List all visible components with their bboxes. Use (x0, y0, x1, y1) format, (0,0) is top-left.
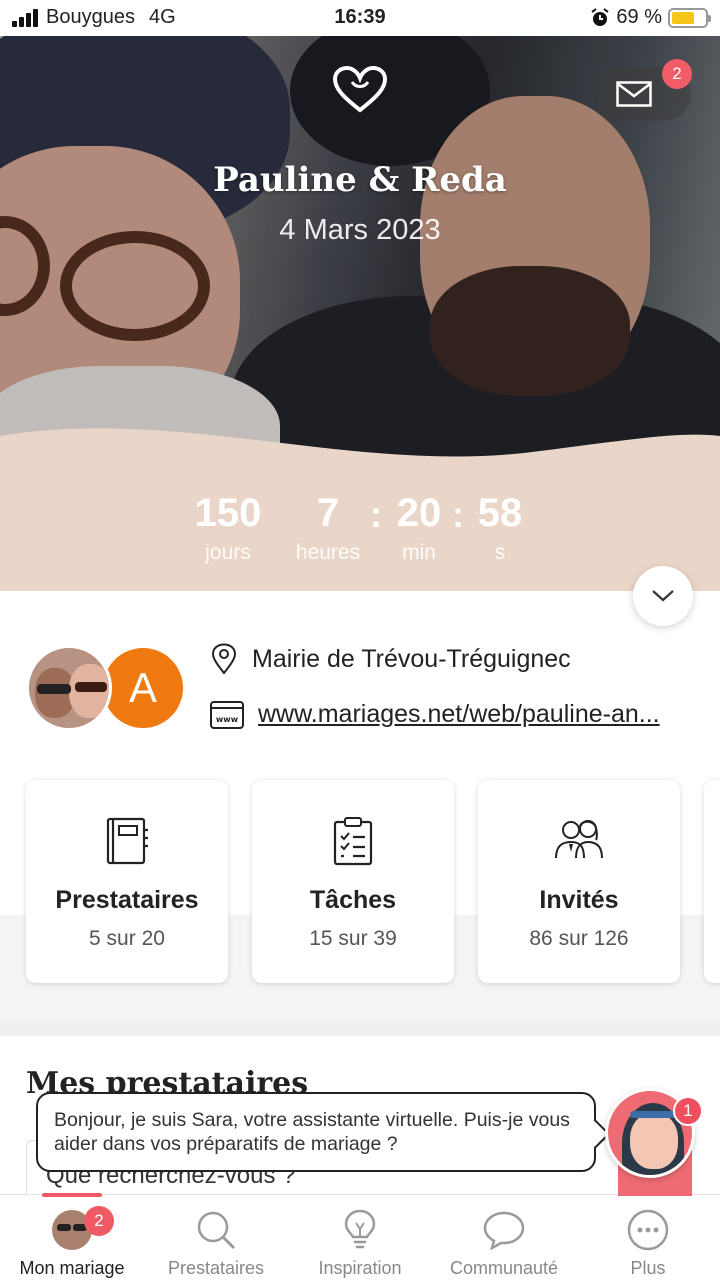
countdown-hours: 7 heures (295, 491, 361, 564)
partner-avatar[interactable]: A (100, 645, 186, 731)
tab-label: Inspiration (318, 1258, 402, 1278)
envelope-icon (616, 81, 652, 107)
card-prestataires[interactable]: Prestataires 5 sur 20 (26, 780, 228, 983)
chevron-down-icon (652, 590, 674, 602)
card-title: Invités (539, 886, 619, 914)
countdown-seconds: 58 s (477, 491, 523, 564)
status-bar: Bouygues 4G 16:39 69 % (0, 0, 720, 36)
notebook-icon (106, 817, 148, 865)
tab-prestataires[interactable]: Prestataires (144, 1195, 288, 1280)
tab-inspiration[interactable]: Inspiration (288, 1195, 432, 1280)
tab-label: Prestataires (167, 1258, 265, 1278)
wedding-location[interactable]: Mairie de Trévou-Tréguignec (210, 643, 571, 675)
active-tab-indicator (42, 1193, 102, 1197)
card-progress: 15 sur 39 (309, 927, 397, 950)
wedding-date: 4 Mars 2023 (279, 214, 441, 246)
tab-notification-badge: 2 (84, 1206, 114, 1236)
couple-names: Pauline & Reda (213, 160, 507, 200)
section-divider (0, 1020, 720, 1036)
expand-button[interactable] (633, 566, 693, 626)
search-icon (197, 1211, 236, 1250)
countdown-days: 150 jours (194, 491, 262, 564)
couple-avatar[interactable] (26, 645, 112, 731)
alarm-icon (591, 7, 610, 26)
countdown-separator: : (452, 494, 464, 535)
messages-badge: 2 (662, 59, 692, 89)
bottom-navigation: Mon mariage Prestataires Inspiration Com… (0, 1194, 720, 1280)
card-progress: 5 sur 20 (89, 927, 165, 950)
card-title: Prestataires (55, 886, 199, 914)
checklist-icon (333, 817, 373, 866)
guests-icon (555, 820, 603, 859)
card-invites[interactable]: Invités 86 sur 126 (478, 780, 680, 983)
tab-plus[interactable]: Plus (576, 1195, 720, 1280)
card-progress: 86 sur 126 (529, 927, 629, 950)
lightbulb-icon (344, 1209, 376, 1249)
svg-text:www: www (216, 715, 239, 724)
card-title: Tâches (309, 886, 397, 914)
countdown-separator: : (370, 494, 382, 535)
tab-label: Plus (630, 1258, 666, 1278)
tab-label: Mon mariage (19, 1258, 125, 1278)
tab-label: Communauté (449, 1258, 559, 1278)
countdown: 150 jours 7 heures 20 min 58 s (0, 490, 720, 580)
assistant-message[interactable]: Bonjour, je suis Sara, votre assistante … (36, 1092, 596, 1172)
countdown-minutes: 20 min (396, 491, 442, 564)
heart-logo-icon (332, 66, 388, 113)
wedding-website[interactable]: www www.mariages.net/web/pauline-an... (210, 700, 698, 729)
assistant-badge: 1 (673, 1096, 703, 1126)
map-pin-icon (211, 643, 237, 675)
website-link[interactable]: www.mariages.net/web/pauline-an... (258, 700, 698, 729)
battery-percent: 69 % (616, 6, 662, 28)
tab-mon-mariage[interactable]: Mon mariage (0, 1195, 144, 1280)
card-taches[interactable]: Tâches 15 sur 39 (252, 780, 454, 983)
more-dots-icon (627, 1209, 669, 1251)
card-next-peek[interactable] (704, 780, 720, 983)
tab-communaute[interactable]: Communauté (432, 1195, 576, 1280)
chat-bubble-icon (483, 1211, 525, 1250)
website-icon: www (210, 700, 244, 729)
battery-icon (668, 7, 711, 28)
location-text: Mairie de Trévou-Tréguignec (252, 644, 571, 673)
